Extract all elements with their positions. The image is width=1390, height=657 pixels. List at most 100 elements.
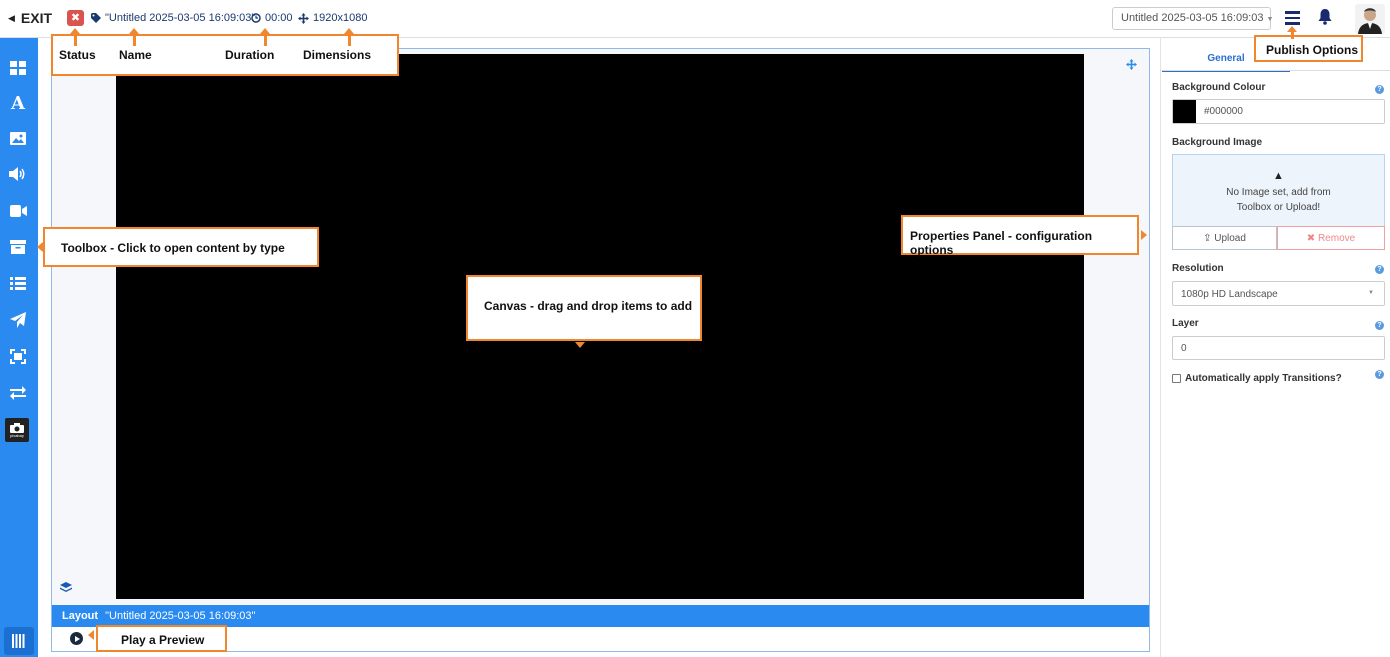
collapse-sidebar-button[interactable]	[4, 627, 34, 655]
annotation-toolbox: Toolbox - Click to open content by type	[61, 241, 285, 255]
background-colour-field[interactable]: #000000	[1172, 99, 1385, 124]
annotation-arrow-head	[70, 28, 80, 34]
layout-select[interactable]: Untitled 2025-03-05 16:09:03 ▼	[1112, 7, 1274, 30]
exit-label: EXIT	[20, 10, 53, 26]
layer-value: 0	[1181, 343, 1187, 354]
move-icon[interactable]	[1126, 58, 1137, 73]
upload-label: Upload	[1214, 233, 1246, 244]
upload-button[interactable]: ⇪ Upload	[1172, 226, 1277, 250]
layouts-icon[interactable]	[8, 58, 28, 78]
archive-icon[interactable]	[8, 237, 28, 257]
arrows-icon	[298, 12, 309, 24]
header-annotation-box: Status Name Duration Dimensions	[51, 34, 399, 76]
colour-value: #000000	[1204, 106, 1243, 117]
annotation-arrow	[264, 33, 267, 46]
image-icon[interactable]	[8, 128, 28, 148]
layout-bar-name: "Untitled 2025-03-05 16:09:03"	[105, 610, 256, 622]
clock-icon	[251, 13, 261, 23]
publish-annotation: Publish Options	[1254, 35, 1363, 62]
background-image-dropzone[interactable]: ▲ No Image set, add from Toolbox or Uplo…	[1172, 154, 1385, 226]
resolution-select[interactable]: 1080p HD Landscape ▼	[1172, 281, 1385, 306]
warning-icon: ▲	[1273, 170, 1284, 182]
preview-annotation: Play a Preview	[96, 625, 227, 652]
annotation-arrow-head	[1287, 26, 1297, 32]
remove-button[interactable]: ✖ Remove	[1277, 226, 1385, 250]
layer-input[interactable]: 0	[1172, 336, 1385, 360]
annotation-canvas: Canvas - drag and drop items to add	[484, 299, 693, 313]
layout-bar-label: Layout	[62, 610, 99, 622]
annotation-duration: Duration	[225, 48, 275, 62]
toolbox-annotation: Toolbox - Click to open content by type	[43, 227, 319, 267]
help-icon[interactable]: ?	[1375, 321, 1384, 330]
chevron-left-icon: ◀	[8, 12, 15, 23]
annotation-arrow	[74, 33, 77, 46]
annotation-arrow-head	[37, 242, 43, 252]
layout-select-value: Untitled 2025-03-05 16:09:03	[1121, 12, 1264, 24]
top-bar: ◀ EXIT ✖ "Untitled 2025-03-05 16:09:03" …	[0, 0, 1390, 38]
no-image-line1: No Image set, add from	[1226, 187, 1331, 198]
fullscreen-icon[interactable]	[8, 346, 28, 366]
annotation-arrow-head	[344, 28, 354, 34]
duration-text: 00:00	[265, 12, 293, 24]
background-image-label: Background Image	[1172, 137, 1263, 148]
annotation-arrow-head	[88, 630, 94, 640]
annotation-preview: Play a Preview	[121, 633, 205, 647]
caret-down-icon: ▼	[1266, 16, 1274, 23]
dimensions-meta: 1920x1080	[298, 12, 367, 24]
video-icon[interactable]	[8, 201, 28, 221]
annotation-arrow-head	[575, 342, 585, 348]
text-icon[interactable]: A	[8, 93, 28, 114]
annotation-arrow	[1291, 31, 1294, 39]
layer-label: Layer	[1172, 318, 1199, 329]
remove-label: Remove	[1317, 233, 1356, 244]
canvas-annotation: Canvas - drag and drop items to add	[466, 275, 702, 341]
resolution-label: Resolution	[1172, 263, 1224, 274]
annotation-publish: Publish Options	[1266, 43, 1358, 57]
annotation-properties: Properties Panel - configuration options	[910, 229, 1093, 257]
help-icon[interactable]: ?	[1375, 265, 1384, 274]
play-icon[interactable]	[70, 632, 83, 645]
exit-button[interactable]: ◀ EXIT	[8, 10, 52, 26]
annotation-arrow	[348, 33, 351, 46]
duration-meta: 00:00	[251, 12, 293, 24]
annotation-arrow	[133, 33, 136, 46]
swap-icon[interactable]	[8, 383, 28, 403]
annotation-arrow-head	[260, 28, 270, 34]
caret-down-icon: ▼	[1368, 290, 1374, 296]
layers-icon[interactable]	[60, 581, 72, 599]
tab-divider	[1160, 70, 1390, 71]
pixabay-icon[interactable]: pixabay	[5, 418, 29, 442]
status-error-icon[interactable]: ✖	[67, 10, 84, 26]
toolbox-sidebar: A pixabay	[0, 38, 38, 657]
menu-icon[interactable]	[1285, 11, 1300, 25]
send-icon[interactable]	[8, 310, 28, 330]
help-icon[interactable]: ?	[1375, 370, 1384, 379]
help-icon[interactable]: ?	[1375, 85, 1384, 94]
transitions-checkbox[interactable]	[1172, 374, 1181, 383]
annotation-arrow-head	[1141, 230, 1147, 240]
resolution-value: 1080p HD Landscape	[1181, 289, 1278, 300]
transitions-label: Automatically apply Transitions?	[1185, 373, 1342, 384]
barcode-icon	[12, 634, 25, 648]
upload-icon: ⇪	[1203, 233, 1212, 244]
annotation-name: Name	[119, 48, 152, 62]
properties-annotation: Properties Panel - configuration options	[901, 215, 1139, 257]
annotation-status: Status	[59, 48, 96, 62]
transitions-checkbox-row[interactable]: Automatically apply Transitions?	[1172, 373, 1342, 384]
list-icon[interactable]	[8, 273, 28, 293]
pixabay-label: pixabay	[10, 432, 24, 438]
remove-icon: ✖	[1306, 233, 1316, 244]
dimensions-text: 1920x1080	[313, 12, 368, 24]
no-image-line2: Toolbox or Upload!	[1236, 202, 1321, 213]
tag-icon	[91, 13, 101, 23]
layout-name-text: "Untitled 2025-03-05 16:09:03"	[105, 12, 256, 24]
layout-info-bar: Layout "Untitled 2025-03-05 16:09:03"	[52, 605, 1149, 627]
layout-name-meta[interactable]: "Untitled 2025-03-05 16:09:03"	[91, 12, 255, 24]
background-colour-label: Background Colour	[1172, 82, 1266, 93]
bell-icon[interactable]	[1318, 9, 1332, 30]
annotation-arrow-head	[129, 28, 139, 34]
audio-icon[interactable]	[8, 164, 28, 184]
colour-swatch[interactable]	[1173, 100, 1196, 123]
annotation-dimensions: Dimensions	[303, 48, 372, 62]
avatar[interactable]	[1355, 4, 1385, 34]
